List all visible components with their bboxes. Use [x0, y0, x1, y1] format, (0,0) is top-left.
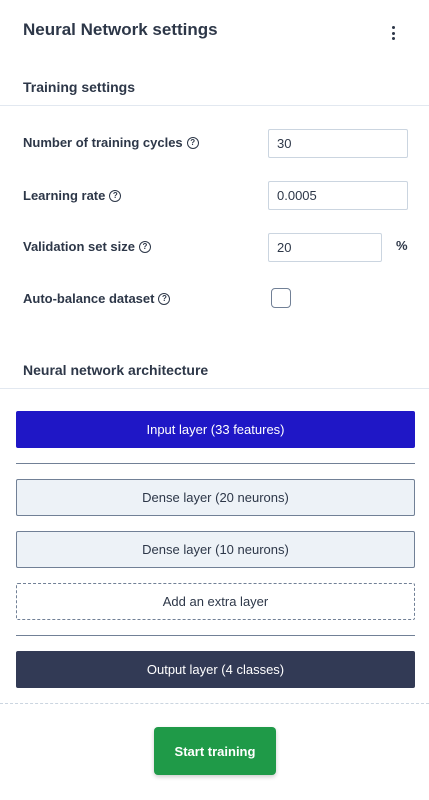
- help-icon[interactable]: ?: [158, 292, 171, 305]
- help-icon[interactable]: ?: [109, 189, 122, 202]
- percent-unit: %: [396, 238, 408, 253]
- architecture-title: Neural network architecture: [23, 362, 209, 378]
- validation-set-size-input[interactable]: [268, 233, 382, 262]
- section-divider: [0, 105, 429, 106]
- training-cycles-label: Number of training cycles ?: [23, 135, 199, 150]
- auto-balance-checkbox[interactable]: [271, 288, 291, 308]
- training-settings-title: Training settings: [23, 79, 136, 95]
- learning-rate-label: Learning rate ?: [23, 188, 122, 203]
- training-cycles-input[interactable]: [268, 129, 408, 158]
- validation-set-size-label: Validation set size ?: [23, 239, 151, 254]
- footer-divider: [0, 703, 429, 704]
- training-cycles-label-text: Number of training cycles: [23, 135, 183, 150]
- auto-balance-label: Auto-balance dataset ?: [23, 291, 171, 306]
- learning-rate-input[interactable]: [268, 181, 408, 210]
- kebab-menu-icon[interactable]: [386, 24, 400, 42]
- auto-balance-label-text: Auto-balance dataset: [23, 291, 155, 306]
- layer-separator: [16, 635, 415, 636]
- panel-header: Neural Network settings: [0, 0, 429, 62]
- section-divider: [0, 388, 429, 389]
- input-layer[interactable]: Input layer (33 features): [16, 411, 415, 448]
- validation-set-size-label-text: Validation set size: [23, 239, 135, 254]
- output-layer[interactable]: Output layer (4 classes): [16, 651, 415, 688]
- learning-rate-label-text: Learning rate: [23, 188, 106, 203]
- add-extra-layer-button[interactable]: Add an extra layer: [16, 583, 415, 620]
- neural-network-settings-panel: Neural Network settings Training setting…: [0, 0, 429, 800]
- start-training-button[interactable]: Start training: [154, 727, 276, 775]
- dense-layer-2[interactable]: Dense layer (10 neurons): [16, 531, 415, 568]
- layer-separator: [16, 463, 415, 464]
- dense-layer-1[interactable]: Dense layer (20 neurons): [16, 479, 415, 516]
- help-icon[interactable]: ?: [186, 136, 199, 149]
- help-icon[interactable]: ?: [139, 240, 151, 253]
- page-title: Neural Network settings: [23, 20, 218, 39]
